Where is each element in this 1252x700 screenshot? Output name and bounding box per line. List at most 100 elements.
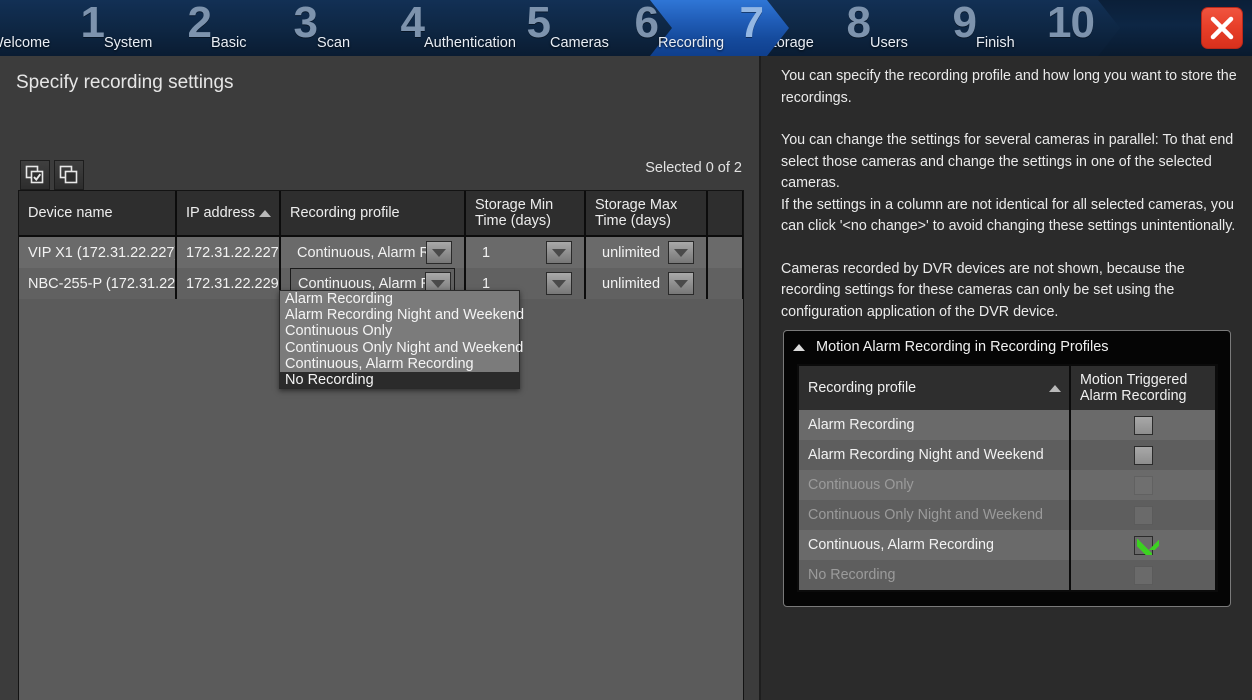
recording-profile-dropdown-list[interactable]: Alarm Recording Alarm Recording Night and… — [279, 290, 524, 390]
column-header-spacer — [707, 191, 743, 237]
sort-ascending-icon — [259, 210, 271, 217]
dropdown-arrow-button[interactable] — [668, 272, 694, 295]
cell-profile-name: Alarm Recording Night and Weekend — [799, 440, 1071, 470]
table-row[interactable]: VIP X1 (172.31.22.227) 172.31.22.227 Conti… — [19, 236, 743, 268]
copy-icon — [59, 165, 78, 184]
cell-profile-name: Alarm Recording — [799, 410, 1071, 440]
table-header-row: Device name IP address Recording profile… — [19, 191, 743, 237]
storage-min-value: 1 — [482, 244, 491, 261]
cell-ip-address: 172.31.22.227 — [176, 236, 281, 268]
cell-profile-name: Continuous Only Night and Weekend — [799, 500, 1071, 530]
help-paragraph: Cameras recorded by DVR devices are not … — [781, 260, 1185, 320]
wizard-step-recording[interactable]: 7 Recording — [650, 0, 789, 56]
cell-profile-name: Continuous, Alarm Recording — [799, 530, 1071, 560]
dropdown-arrow-button[interactable] — [668, 241, 694, 264]
selection-count: Selected 0 of 2 — [645, 160, 742, 176]
close-icon — [1210, 16, 1234, 40]
motion-triggered-checkbox — [1133, 505, 1153, 525]
motion-alarm-recording-group: Motion Alarm Recording in Recording Prof… — [783, 330, 1231, 607]
motion-table-row[interactable]: No Recording — [799, 560, 1216, 590]
cell-recording-profile[interactable]: Continuous, Alarm Recording — [280, 236, 466, 268]
step-label: Users — [870, 35, 908, 51]
storage-max-value: unlimited — [602, 275, 661, 292]
motion-triggered-checkbox[interactable] — [1133, 445, 1153, 465]
wizard-step-finish[interactable]: 10 Finish — [968, 0, 1120, 56]
page-title: Specify recording settings — [16, 72, 234, 93]
motion-triggered-checkbox — [1133, 565, 1153, 585]
motion-table-row[interactable]: Alarm Recording Night and Weekend — [799, 440, 1216, 470]
cell-storage-min[interactable]: 1 — [465, 236, 586, 268]
motion-triggered-checkbox[interactable] — [1133, 535, 1159, 555]
help-panel: You can specify the recording profile an… — [761, 56, 1252, 700]
main-content-panel: Specify recording settings Selected 0 of… — [0, 56, 759, 700]
cell-motion-checkbox[interactable] — [1070, 410, 1216, 440]
column-header-ip-address[interactable]: IP address — [176, 191, 281, 237]
cell-storage-max[interactable]: unlimited — [585, 268, 708, 299]
copy-to-all-button[interactable] — [54, 160, 84, 190]
chevron-down-icon — [552, 279, 566, 288]
group-title: Motion Alarm Recording in Recording Prof… — [816, 339, 1109, 355]
cell-storage-max[interactable]: unlimited — [585, 236, 708, 268]
step-label: Finish — [976, 35, 1015, 51]
recording-profile-select[interactable]: Continuous, Alarm Recording — [290, 237, 455, 268]
help-paragraph: If the settings in a column are not iden… — [781, 196, 1236, 235]
dropdown-arrow-button[interactable] — [546, 272, 572, 295]
column-header-recording-profile[interactable]: Recording profile — [280, 191, 466, 237]
dropdown-option[interactable]: No Recording — [280, 371, 519, 389]
chevron-down-icon — [431, 279, 445, 288]
storage-max-select[interactable]: unlimited — [595, 237, 697, 268]
step-number: 10 — [1047, 0, 1095, 47]
cell-motion-checkbox[interactable] — [1070, 560, 1216, 590]
help-text: You can specify the recording profile an… — [781, 66, 1238, 344]
motion-table-row[interactable]: Continuous Only — [799, 470, 1216, 500]
chevron-down-icon — [674, 248, 688, 257]
column-header-storage-max-time[interactable]: Storage Max Time (days) — [585, 191, 708, 237]
step-label: Recording — [658, 35, 725, 51]
motion-triggered-checkbox[interactable] — [1133, 415, 1153, 435]
storage-max-select[interactable]: unlimited — [595, 268, 697, 299]
dropdown-option[interactable]: Continuous Only — [280, 323, 519, 339]
storage-min-select[interactable]: 1 — [475, 237, 575, 268]
cell-device-name: VIP X1 (172.31.22.227) — [19, 236, 177, 268]
help-paragraph: You can change the settings for several … — [781, 132, 1234, 191]
dropdown-option[interactable]: Alarm Recording — [280, 291, 519, 307]
column-header-motion-triggered[interactable]: Motion Triggered Alarm Recording — [1070, 366, 1216, 410]
dropdown-option[interactable]: Alarm Recording Night and Weekend — [280, 307, 524, 323]
select-all-copy-icon — [25, 165, 44, 184]
step-label: Basic — [211, 35, 247, 51]
cell-motion-checkbox[interactable] — [1070, 440, 1216, 470]
chevron-up-icon[interactable] — [793, 343, 805, 351]
step-label: Authentication — [424, 35, 516, 51]
cell-device-name: NBC-255-P (172.31.22.229) — [19, 268, 177, 299]
copy-to-all-checked-button[interactable] — [20, 160, 50, 190]
dropdown-arrow-button[interactable] — [426, 241, 452, 264]
motion-triggered-checkbox — [1133, 475, 1153, 495]
step-label: Cameras — [550, 35, 609, 51]
cell-motion-checkbox[interactable] — [1070, 500, 1216, 530]
chevron-down-icon — [552, 248, 566, 257]
group-header[interactable]: Motion Alarm Recording in Recording Prof… — [784, 331, 1230, 355]
cell-motion-checkbox[interactable] — [1070, 530, 1216, 560]
cell-profile-name: No Recording — [799, 560, 1071, 590]
dropdown-arrow-button[interactable] — [546, 241, 572, 264]
column-header-device-name[interactable]: Device name — [19, 191, 177, 237]
dropdown-option[interactable]: Continuous Only Night and Weekend — [280, 340, 523, 356]
column-header-profile[interactable]: Recording profile — [799, 366, 1071, 410]
step-label: System — [104, 35, 153, 51]
step-number: 7 — [739, 0, 765, 47]
motion-table-row[interactable]: Continuous Only Night and Weekend — [799, 500, 1216, 530]
motion-alarm-table: Recording profile Motion Triggered Alarm… — [797, 364, 1218, 592]
help-paragraph: You can specify the recording profile an… — [781, 68, 1237, 106]
chevron-down-icon — [674, 279, 688, 288]
wizard-window: 1Welcome2System3Basic4Scan5Authenticatio… — [0, 0, 1252, 700]
motion-table-row[interactable]: Continuous, Alarm Recording — [799, 530, 1216, 560]
motion-table-row[interactable]: Alarm Recording — [799, 410, 1216, 440]
column-header-storage-min-time[interactable]: Storage Min Time (days) — [465, 191, 586, 237]
dropdown-option[interactable]: Continuous, Alarm Recording — [280, 356, 519, 372]
sort-ascending-icon — [1049, 385, 1061, 392]
cell-spacer — [707, 236, 743, 268]
step-label: Scan — [317, 35, 351, 51]
recording-profile-value: Continuous, Alarm Recording — [297, 244, 426, 261]
cell-motion-checkbox[interactable] — [1070, 470, 1216, 500]
close-button[interactable] — [1201, 7, 1243, 49]
